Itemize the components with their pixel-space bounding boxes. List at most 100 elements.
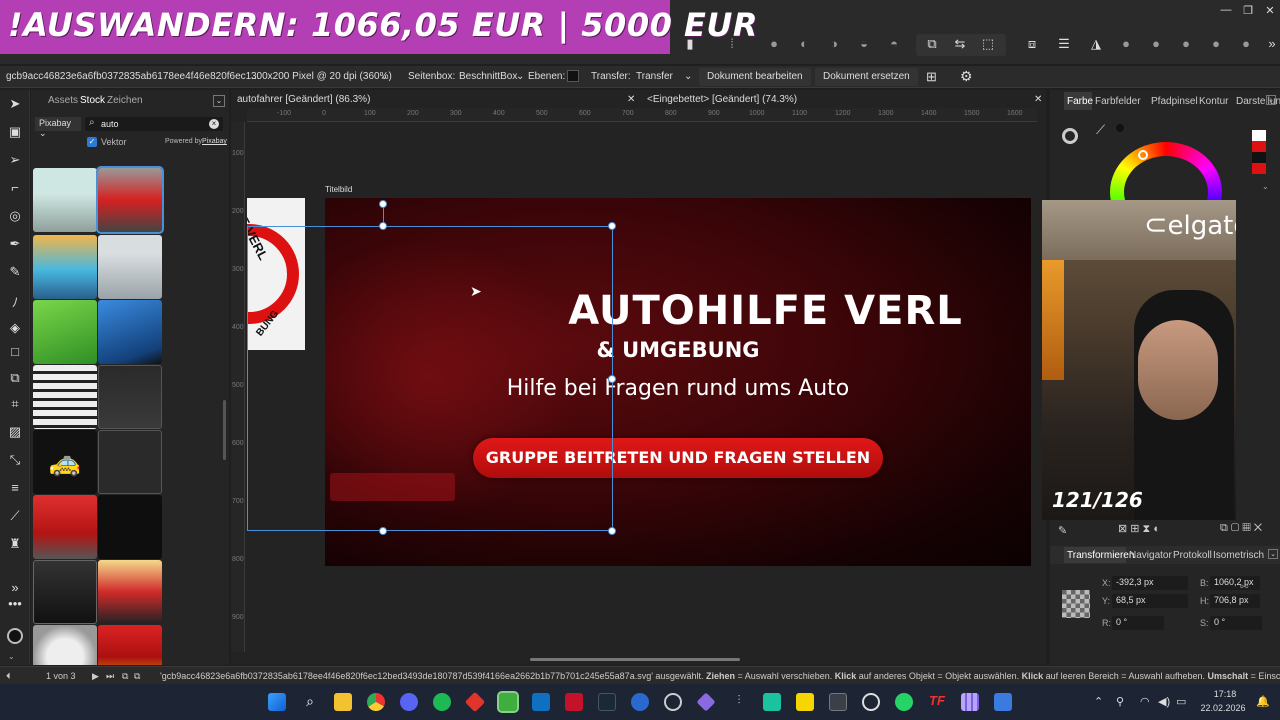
chevron-down-icon[interactable]: ⌄ — [684, 71, 692, 82]
volume-icon[interactable]: ◀) — [1158, 695, 1170, 708]
shear-field[interactable]: 0 ° — [1210, 616, 1262, 630]
acrobat-icon[interactable] — [565, 693, 583, 711]
asset-thumb[interactable] — [33, 495, 97, 559]
eyedropper-icon[interactable]: ⟋ — [1096, 122, 1105, 138]
battery-icon[interactable]: ▭ — [1176, 695, 1186, 708]
order-icon[interactable]: ● — [1236, 36, 1256, 54]
rectangle-tool-icon[interactable]: □ — [6, 344, 24, 362]
replace-document-button[interactable]: Dokument ersetzen — [815, 68, 918, 86]
taxi-icon[interactable]: 🚕 — [33, 430, 97, 494]
wifi-icon[interactable]: ◠ — [1140, 695, 1150, 708]
edit-document-button[interactable]: Dokument bearbeiten — [699, 68, 811, 86]
eyedropper-tool-icon[interactable]: ⟋ — [6, 508, 24, 526]
resize-handle[interactable] — [379, 527, 387, 535]
vscode-icon[interactable] — [532, 693, 550, 711]
minimize-icon[interactable]: — — [1216, 4, 1236, 18]
app-icon[interactable] — [829, 693, 847, 711]
asset-thumb[interactable] — [33, 235, 97, 299]
clear-search-icon[interactable]: × — [209, 119, 219, 129]
brush-tool-icon[interactable]: ﾉ — [6, 292, 24, 310]
resize-handle[interactable] — [608, 527, 616, 535]
asset-thumb[interactable] — [98, 430, 162, 494]
mirror-icon[interactable]: ⇆ — [950, 36, 970, 54]
app-icon[interactable] — [763, 693, 781, 711]
move-tool-icon[interactable]: ➤ — [6, 96, 24, 114]
whatsapp-icon[interactable] — [895, 693, 913, 711]
panel-menu-icon[interactable]: ⌄ — [1268, 549, 1278, 559]
swatch-toggle-icon[interactable]: ⌄ — [8, 652, 22, 661]
asset-thumb[interactable] — [98, 235, 162, 299]
tab-isometrisch[interactable]: Isometrisch — [1213, 550, 1264, 561]
asset-thumb[interactable] — [33, 300, 97, 364]
source-select[interactable]: Pixabay ⌄ — [35, 117, 81, 138]
tab-document-autofahrer[interactable]: autofahrer [Geändert] (86.3%) — [237, 94, 370, 105]
start-icon[interactable] — [268, 693, 286, 711]
corner-tool-icon[interactable]: ⌐ — [6, 180, 24, 198]
x-field[interactable]: -392,3 px — [1112, 576, 1188, 590]
resize-handle[interactable] — [379, 222, 387, 230]
pen-tool-icon[interactable]: ✒ — [6, 236, 24, 254]
height-field[interactable]: 706,8 px — [1210, 594, 1260, 608]
tab-transformieren[interactable]: Transformieren — [1067, 550, 1134, 561]
boolean-icon[interactable]: ◒ — [854, 36, 874, 54]
asset-thumb[interactable] — [98, 625, 162, 665]
search-box[interactable]: ⌕ auto × — [85, 117, 223, 131]
transfer-select[interactable]: Transfer — [636, 71, 673, 82]
boolean-icon[interactable]: ◓ — [884, 36, 904, 54]
asset-thumb[interactable] — [33, 168, 97, 232]
explorer-icon[interactable] — [334, 693, 352, 711]
boolean-icon[interactable]: ● — [764, 36, 784, 54]
app-icon[interactable] — [631, 693, 649, 711]
resize-handle[interactable] — [608, 222, 616, 230]
asset-thumb[interactable] — [33, 560, 97, 624]
tab-zeichen[interactable]: Zeichen — [107, 95, 143, 106]
chatgpt-icon[interactable] — [862, 693, 880, 711]
tab-farbe[interactable]: Farbe — [1067, 96, 1093, 107]
hue-picker[interactable] — [1138, 150, 1148, 160]
discord-icon[interactable] — [400, 693, 418, 711]
asset-thumb-selected[interactable] — [96, 166, 164, 234]
link-icon[interactable]: ⚯ — [1240, 582, 1248, 593]
notifications-icon[interactable]: 🔔 — [1256, 695, 1270, 708]
page-indicator[interactable]: 1 von 3 — [46, 671, 76, 681]
stamp-tool-icon[interactable]: ♜ — [6, 536, 24, 554]
transform-icon[interactable]: ⧉ — [922, 36, 942, 54]
scroll-arrow-icon[interactable]: ⌄ — [1262, 182, 1272, 196]
flip-icon[interactable]: ◮ — [1086, 36, 1106, 54]
last-page-icon[interactable]: ⏭ — [106, 671, 114, 682]
restore-icon[interactable]: ❐ — [1238, 4, 1258, 18]
gear-icon[interactable]: ⚙ — [960, 68, 973, 85]
more-icon[interactable]: » — [1262, 36, 1280, 54]
y-field[interactable]: 68,5 px — [1112, 594, 1188, 608]
overflow-icon[interactable]: ••• — [6, 596, 24, 614]
tab-document-embedded[interactable]: <Eingebettet> [Geändert] (74.3%) — [647, 94, 797, 105]
clock-date[interactable]: 22.02.2026 — [1198, 703, 1248, 713]
app-icon[interactable] — [464, 691, 486, 713]
pixabay-link[interactable]: Pixabay — [202, 138, 227, 145]
image-tool-icon[interactable]: ▨ — [6, 424, 24, 442]
prev-page-icon[interactable]: ⏴ — [6, 671, 11, 682]
affinity-icon[interactable] — [497, 691, 519, 713]
order-icon[interactable]: ● — [1206, 36, 1226, 54]
panel-menu-icon[interactable]: ⌄ — [213, 95, 225, 107]
close-tab-icon[interactable]: ✕ — [627, 94, 635, 105]
text-tool-icon[interactable]: ≡ — [6, 480, 24, 498]
chevron-down-icon[interactable]: ⌄ — [516, 71, 524, 82]
app-icon[interactable]: TF — [928, 693, 946, 711]
tab-assets[interactable]: Assets — [48, 95, 78, 106]
snap-icon[interactable]: ⧈ — [1022, 36, 1042, 54]
app-icon[interactable] — [994, 693, 1012, 711]
spotify-icon[interactable] — [433, 693, 451, 711]
order-icon[interactable]: ● — [1116, 36, 1136, 54]
asset-thumb[interactable] — [98, 495, 162, 559]
microphone-icon[interactable]: ⚲ — [1116, 695, 1124, 708]
chevron-down-icon[interactable]: ⌄ — [380, 71, 388, 82]
artboard-label[interactable]: Titelbild — [325, 185, 352, 194]
layers-swatch[interactable] — [567, 70, 579, 82]
assets-scrollbar[interactable] — [223, 400, 226, 460]
fill-tool-icon[interactable]: ◈ — [6, 320, 24, 338]
node-tool-icon[interactable]: ➢ — [6, 152, 24, 170]
layer-tools-icon[interactable]: ⧉ ▢ ▦ ✕ — [1220, 522, 1262, 535]
tab-pfadpinsel[interactable]: Pfadpinsel — [1151, 96, 1198, 107]
search-input[interactable]: auto — [101, 119, 119, 129]
